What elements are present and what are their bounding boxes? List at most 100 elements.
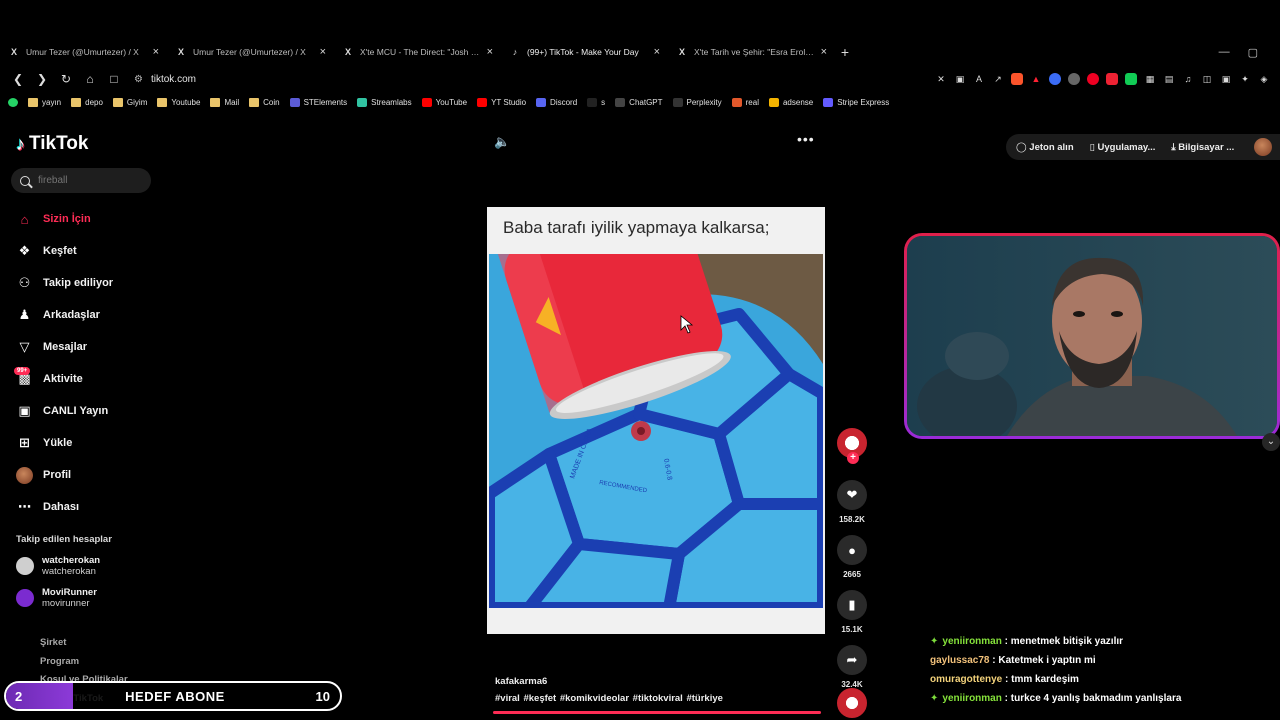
browser-tab[interactable]: X Umur Tezer (@Umurtezer) / X × — [167, 38, 334, 66]
extension-gray-icon[interactable] — [1068, 73, 1080, 85]
chat-text: turkce 4 yanlış bakmadım yanlışlara — [1010, 693, 1182, 704]
url-field[interactable]: ⚙ tiktok.com — [134, 74, 196, 85]
sidebar-item[interactable]: ⋯ Dahası — [16, 491, 176, 523]
browser-tab[interactable]: X X'te Tarih ve Şehir: "Esra Erol'un par… — [668, 38, 835, 66]
search-input[interactable] — [38, 175, 138, 186]
bookmark-item[interactable]: s — [587, 97, 605, 107]
sidebar-item[interactable]: ⊞ Yükle — [16, 427, 176, 459]
account-avatar — [16, 557, 34, 575]
close-icon[interactable]: × — [320, 46, 326, 58]
bookmark-item[interactable]: Perplexity — [672, 97, 722, 107]
ai-icon[interactable]: ✦ — [1239, 73, 1251, 85]
sidebar-item[interactable]: ♟ Arkadaşlar — [16, 299, 176, 331]
video-progress-bar[interactable] — [493, 711, 821, 714]
sidebar-item[interactable]: Profil — [16, 459, 176, 491]
more-options-icon[interactable]: ••• — [797, 131, 815, 147]
whatsapp-bookmark[interactable] — [8, 97, 18, 107]
youtube-extension-icon[interactable] — [1106, 73, 1118, 85]
creator-avatar[interactable]: + — [837, 428, 867, 464]
desktop-app-button[interactable]: ⤓ Bilgisayar ... — [1171, 142, 1234, 153]
site-settings-icon[interactable]: ⚙ — [134, 74, 143, 85]
bookmark-item[interactable]: adsense — [768, 97, 813, 107]
puzzle-icon[interactable]: ▦ — [1144, 73, 1156, 85]
bookmark-item[interactable]: Stripe Express — [823, 97, 889, 107]
close-icon[interactable]: × — [654, 46, 660, 58]
extension-icon[interactable]: ✕ — [935, 73, 947, 85]
get-coins-button[interactable]: ◯ Jeton alın — [1016, 142, 1074, 153]
bookmark-label: Coin — [263, 97, 280, 107]
browser-tab[interactable]: X Umur Tezer (@Umurtezer) / X × — [0, 38, 167, 66]
video-player[interactable]: Baba tarafı iyilik yapmaya kalkarsa; MAD… — [487, 207, 825, 634]
bookmark-item[interactable]: YT Studio — [477, 97, 526, 107]
close-icon[interactable]: × — [487, 46, 493, 58]
sidebar-item[interactable]: ▣ CANLI Yayın — [16, 395, 176, 427]
cast-icon[interactable]: ▣ — [954, 73, 966, 85]
bookmark-item[interactable]: STElements — [289, 97, 347, 107]
search-box[interactable] — [11, 168, 151, 193]
footer-link[interactable]: Şirket — [40, 634, 128, 653]
bookmark-item[interactable]: real — [731, 97, 759, 107]
sidebar-icon[interactable]: ◫ — [1201, 73, 1213, 85]
followed-account[interactable]: watcherokan watcherokan — [16, 555, 100, 577]
music-disc-icon[interactable] — [837, 688, 867, 718]
video-author[interactable]: kafakarma6 — [495, 676, 547, 687]
browser-tab[interactable]: ♪ (99+) TikTok - Make Your Day × — [501, 38, 668, 66]
bookmark-item[interactable]: YouTube — [421, 97, 467, 107]
extension-green-icon[interactable] — [1125, 73, 1137, 85]
forward-icon[interactable]: ❯ — [32, 72, 52, 86]
maximize-icon[interactable]: ▢ — [1248, 46, 1258, 59]
brave-rewards-icon[interactable]: ▲ — [1030, 73, 1042, 85]
shield-icon[interactable]: ◈ — [1258, 73, 1270, 85]
brave-shield-icon[interactable] — [1011, 73, 1023, 85]
search-icon[interactable] — [20, 175, 30, 186]
extension-blue-icon[interactable] — [1049, 73, 1061, 85]
follow-plus-icon[interactable]: + — [847, 452, 859, 464]
user-avatar[interactable] — [1254, 138, 1272, 156]
sidebar-item[interactable]: ▽ Mesajlar — [16, 331, 176, 363]
bookmark-icon[interactable]: □ — [104, 72, 124, 86]
reload-icon[interactable]: ↻ — [56, 72, 76, 86]
extension-red-icon[interactable] — [1087, 73, 1099, 85]
bookmark-item[interactable]: Coin — [249, 97, 280, 107]
minimize-icon[interactable]: — — [1219, 46, 1230, 59]
sidebar-item[interactable]: ⌂ Sizin İçin — [16, 203, 176, 235]
share-button[interactable]: ➦ — [837, 645, 867, 675]
video-hashtags[interactable]: #viral #keşfet #komikvideolar #tiktokvir… — [495, 693, 723, 704]
bookmark-item[interactable]: Mail — [210, 97, 239, 107]
get-app-button[interactable]: ▯ Uygulamay... — [1090, 142, 1156, 153]
comment-button[interactable]: ● — [837, 535, 867, 565]
music-icon[interactable]: ♫ — [1182, 73, 1194, 85]
sidebar-item[interactable]: ▩ 99+ Aktivite — [14, 363, 176, 395]
like-button[interactable]: ❤ — [837, 480, 867, 510]
share-icon[interactable]: ↗ — [992, 73, 1004, 85]
new-tab-button[interactable]: + — [835, 44, 855, 60]
wallet-icon[interactable]: ▣ — [1220, 73, 1232, 85]
bookmark-item[interactable]: Giyim — [112, 97, 147, 107]
translate-icon[interactable]: A — [973, 73, 985, 85]
window-controls: — ▢ — [1219, 46, 1280, 59]
browser-tab[interactable]: X X'te MCU - The Direct: "Josh Brolin s … — [334, 38, 501, 66]
sidebar-item[interactable]: ❖ Keşfet — [16, 235, 176, 267]
footer-link[interactable]: Program — [40, 653, 128, 672]
chevron-down-icon[interactable]: ⌄ — [1262, 433, 1280, 451]
followed-account[interactable]: MoviRunner movirunner — [16, 587, 97, 609]
bookmark-item[interactable]: ChatGPT — [615, 97, 663, 107]
downloads-icon[interactable]: ▤ — [1163, 73, 1175, 85]
close-icon[interactable]: × — [153, 46, 159, 58]
bookmark-item[interactable]: Youtube — [157, 97, 200, 107]
bookmark-item[interactable]: Streamlabs — [357, 97, 412, 107]
tiktok-logo[interactable]: ♪ TikTok — [16, 133, 88, 155]
home-icon[interactable]: ⌂ — [80, 72, 100, 86]
bookmark-item[interactable]: depo — [71, 97, 103, 107]
folder-icon — [28, 97, 38, 107]
save-button[interactable]: ▮ — [837, 590, 867, 620]
video-frame: MADE IN CHINA 0.6-0.8 RECOMMENDED — [489, 254, 823, 608]
bookmark-item[interactable]: yayın — [28, 97, 61, 107]
bookmark-item[interactable]: Discord — [536, 97, 577, 107]
sidebar-item[interactable]: ⚇ Takip ediliyor — [16, 267, 176, 299]
sidebar-item-label: Arkadaşlar — [43, 309, 100, 321]
volume-icon[interactable]: 🔈 — [494, 134, 510, 150]
send-icon: ▽ — [19, 339, 30, 354]
close-icon[interactable]: × — [821, 46, 827, 58]
back-icon[interactable]: ❮ — [8, 72, 28, 86]
